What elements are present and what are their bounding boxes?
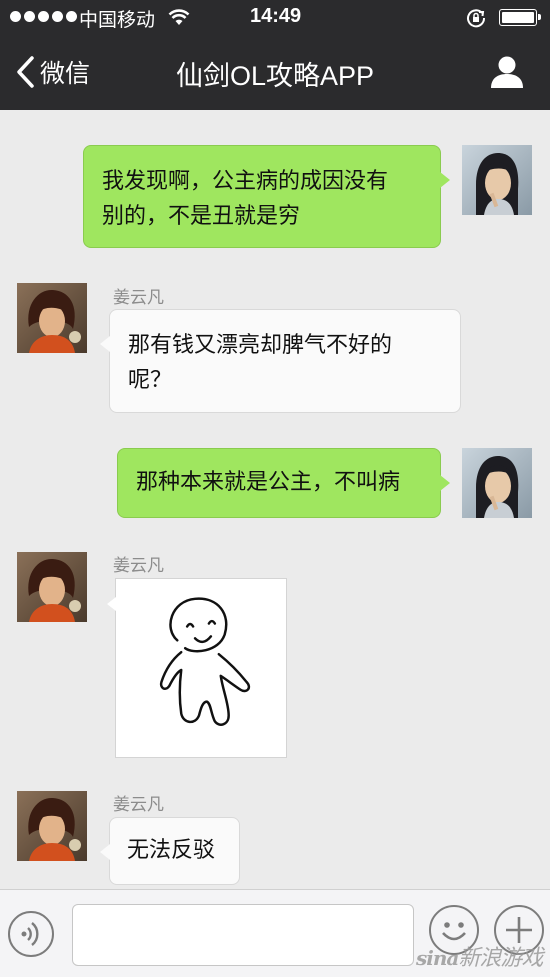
- contact-avatar[interactable]: [17, 552, 87, 622]
- message-text-line: 那有钱又漂亮却脾气不好的: [128, 333, 393, 358]
- voice-icon: [21, 922, 39, 946]
- voice-button[interactable]: [8, 911, 54, 957]
- sender-name: 姜云凡: [113, 288, 164, 308]
- my-message-bubble[interactable]: 我发现啊，公主病的成因没有 别的，不是丑就是穷: [83, 145, 450, 248]
- wifi-icon: [168, 9, 190, 25]
- sender-name: 姜云凡: [113, 795, 164, 815]
- watermark-brand: sina: [416, 946, 459, 970]
- clock: 14:49: [250, 5, 302, 27]
- message-text-line: 呢？: [128, 368, 173, 393]
- battery-icon: [499, 9, 541, 26]
- watermark-text: 新浪游戏: [458, 946, 543, 971]
- signal-dots-icon: [10, 11, 77, 22]
- smiling-doodle-person-icon: [159, 597, 251, 726]
- sender-name: 姜云凡: [113, 556, 164, 576]
- my-avatar[interactable]: [462, 145, 532, 215]
- message-input[interactable]: [72, 904, 414, 966]
- contact-avatar[interactable]: [17, 791, 87, 861]
- user-profile-icon[interactable]: [489, 54, 525, 90]
- page-title: 仙剑OL攻略APP: [175, 61, 375, 91]
- my-avatar[interactable]: [462, 448, 532, 518]
- contact-message-bubble[interactable]: 那有钱又漂亮却脾气不好的 呢？: [100, 309, 461, 413]
- message-text-line: 无法反驳: [127, 838, 216, 863]
- contact-avatar[interactable]: [17, 283, 87, 353]
- my-message-bubble[interactable]: 那种本来就是公主，不叫病: [117, 448, 450, 518]
- status-bar: 中国移动 14:49: [0, 0, 550, 36]
- nav-bar: 微信 仙剑OL攻略APP: [0, 36, 550, 110]
- rotation-lock-icon: [467, 9, 486, 28]
- message-text-line: 别的，不是丑就是穷: [102, 204, 301, 229]
- watermark: sina新浪游戏: [416, 940, 543, 972]
- contact-message-bubble[interactable]: 无法反驳: [100, 817, 240, 885]
- carrier-name: 中国移动: [79, 9, 156, 31]
- sticker-message[interactable]: [107, 578, 287, 758]
- message-text-line: 我发现啊，公主病的成因没有: [102, 169, 389, 194]
- message-text-line: 那种本来就是公主，不叫病: [136, 470, 401, 495]
